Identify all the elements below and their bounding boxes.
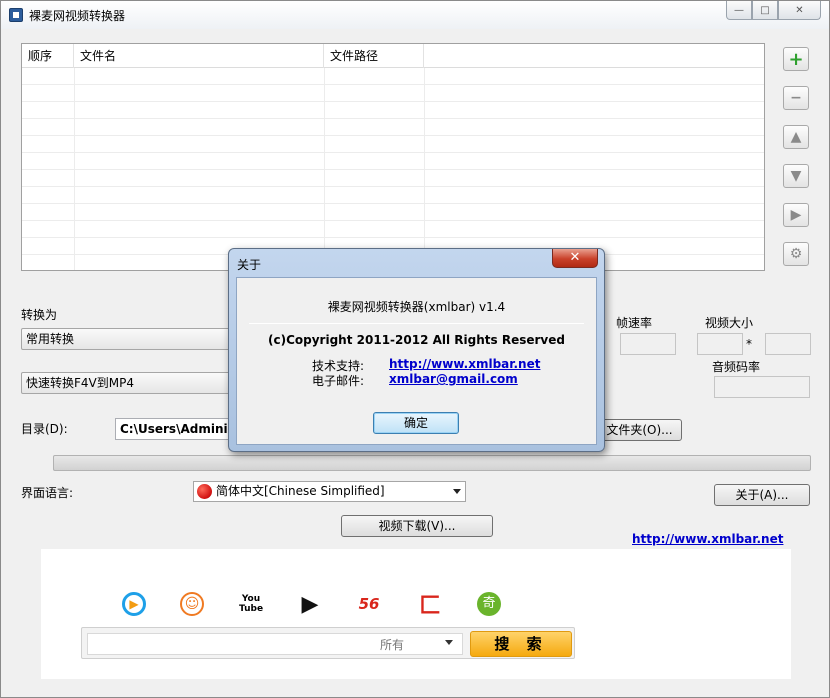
qiyi-glyph: 奇 [477,592,501,616]
youtube-glyph: You Tube [238,594,264,614]
column-filename[interactable]: 文件名 [74,44,324,68]
youku-icon[interactable]: ▶ [121,591,147,617]
framerate-label: 帧速率 [616,316,653,330]
title-bar[interactable]: 裸麦网视频转换器 — □ ✕ [1,1,829,29]
minimize-button[interactable]: — [726,1,752,20]
add-file-button[interactable]: + [783,47,809,71]
about-dialog: 关于 ✕ 裸麦网视频转换器(xmlbar) v1.4 (c)Copyright … [228,248,605,452]
move-up-button[interactable]: ▲ [783,125,809,149]
language-value: 简体中文[Chinese Simplified] [216,484,385,498]
close-button[interactable]: ✕ [778,1,821,20]
ok-button[interactable]: 确定 [373,412,459,434]
search-input[interactable] [87,633,463,655]
window-title: 裸麦网视频转换器 [29,9,126,23]
plus-icon: + [788,48,804,70]
about-dialog-body: 裸麦网视频转换器(xmlbar) v1.4 (c)Copyright 2011-… [236,277,597,445]
audio-bitrate-label: 音频码率 [712,360,761,374]
tudou-icon[interactable]: ☺ [179,591,205,617]
file-list-body[interactable] [22,68,764,270]
column-order[interactable]: 顺序 [22,44,74,68]
video-size-label: 视频大小 [705,316,754,330]
youtube-icon[interactable]: You Tube [238,589,264,619]
convert-to-label: 转换为 [21,308,58,322]
iqiyi-play-icon[interactable]: ▶ [297,591,323,617]
play-glyph: ▶ [301,591,319,617]
move-down-button[interactable]: ▼ [783,164,809,188]
convert-preset-select[interactable]: 快速转换F4V到MP4 [21,372,261,394]
chevron-down-icon [453,489,461,494]
settings-button[interactable]: ⚙ [783,242,809,266]
tudou-glyph: ☺ [180,592,204,616]
column-divider [324,68,325,270]
app-icon [9,8,23,22]
video-search-panel: ▶ ☺ You Tube ▶ 56 匚 奇 所有 搜 索 [41,549,791,679]
china-flag-icon [197,484,212,499]
youku-glyph: ▶ [122,592,146,616]
sohu-glyph: 匚 [418,594,441,619]
arrow-down-icon: ▼ [790,168,802,184]
site-56-icon[interactable]: 56 [356,591,382,617]
email-link[interactable]: xmlbar@gmail.com [389,372,518,386]
support-link[interactable]: http://www.xmlbar.net [389,357,540,371]
framerate-field[interactable] [620,333,676,355]
column-divider [424,68,425,270]
qiyi-icon[interactable]: 奇 [476,591,502,617]
chevron-down-icon[interactable] [445,640,453,645]
search-button[interactable]: 搜 索 [470,631,572,657]
convert-category-select[interactable]: 常用转换 [21,328,261,350]
column-filepath[interactable]: 文件路径 [324,44,424,68]
column-divider [74,68,75,270]
product-version: 裸麦网视频转换器(xmlbar) v1.4 [327,300,506,314]
video-height-field[interactable] [765,333,811,355]
size-separator: * [746,337,752,351]
start-convert-button[interactable]: ▶ [783,203,809,227]
website-link[interactable]: http://www.xmlbar.net [632,532,783,546]
video-width-field[interactable] [697,333,743,355]
audio-bitrate-field[interactable] [714,376,810,398]
search-bar: 所有 搜 索 [81,627,575,659]
about-dialog-close-button[interactable]: ✕ [552,249,598,268]
conversion-progress-bar [53,455,811,471]
sohu-icon[interactable]: 匚 [417,591,443,619]
window-controls: — □ ✕ [726,1,821,20]
copyright-text: (c)Copyright 2011-2012 All Rights Reserv… [268,333,565,347]
directory-label: 目录(D): [21,422,68,436]
email-label: 电子邮件: [312,374,365,388]
file-list-header: 顺序 文件名 文件路径 [22,44,764,68]
gears-icon: ⚙ [789,246,803,262]
about-dialog-title: 关于 [237,258,262,272]
language-select[interactable]: 简体中文[Chinese Simplified] [193,481,466,502]
remove-file-button[interactable]: − [783,86,809,110]
maximize-button[interactable]: □ [752,1,778,20]
file-list[interactable]: 顺序 文件名 文件路径 [21,43,765,271]
play-icon: ▶ [790,207,802,223]
arrow-up-icon: ▲ [790,129,802,145]
language-label: 界面语言: [21,486,74,500]
video-download-button[interactable]: 视频下载(V)... [341,515,493,537]
divider [249,323,584,324]
search-scope-select[interactable]: 所有 [380,636,404,653]
minus-icon: − [790,90,802,106]
directory-input[interactable]: C:\Users\Administrator [115,418,245,440]
open-folder-button[interactable]: 文件夹(O)... [597,419,682,441]
site-56-glyph: 56 [358,595,380,613]
about-button[interactable]: 关于(A)... [714,484,810,506]
main-window: 裸麦网视频转换器 — □ ✕ 顺序 文件名 文件路径 + − ▲ ▼ ▶ ⚙ 转… [0,0,830,698]
